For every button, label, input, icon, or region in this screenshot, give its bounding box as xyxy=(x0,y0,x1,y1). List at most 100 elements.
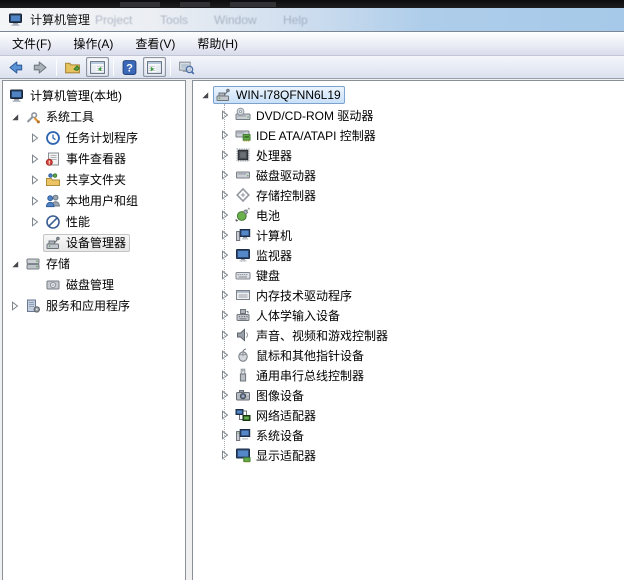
collapsed-arrow-icon[interactable] xyxy=(7,300,23,311)
device-category-ide-ata-atapi[interactable]: IDE ATA/ATAPI 控制器 xyxy=(193,125,624,145)
tree-item-content: 服务和应用程序 xyxy=(23,297,134,315)
up-folder-button[interactable] xyxy=(61,57,84,77)
collapsed-arrow-icon[interactable] xyxy=(27,174,43,185)
collapsed-arrow-icon[interactable] xyxy=(27,153,43,164)
tree-item-label: 存储 xyxy=(46,257,71,271)
toolbar-separator xyxy=(56,58,57,76)
app-window-icon[interactable] xyxy=(8,12,24,28)
tree-item-content: 磁盘驱动器 xyxy=(233,166,320,184)
services-apps-icon xyxy=(25,298,42,314)
collapsed-arrow-icon[interactable] xyxy=(217,290,233,300)
tree-item-label: 共享文件夹 xyxy=(66,173,127,187)
device-category-batteries[interactable]: 电池 xyxy=(193,205,624,225)
menu-help[interactable]: 帮助(H) xyxy=(189,32,246,55)
device-category-monitors[interactable]: 监视器 xyxy=(193,245,624,265)
expanded-arrow-icon[interactable] xyxy=(197,90,213,100)
tree-item-content: 存储 xyxy=(23,255,74,273)
device-category-system-devices[interactable]: 系统设备 xyxy=(193,425,624,445)
system-devices-icon xyxy=(235,427,252,443)
forward-button[interactable] xyxy=(29,57,52,77)
ghost-menu-item: Help xyxy=(283,13,308,27)
device-category-disk-drives[interactable]: 磁盘驱动器 xyxy=(193,165,624,185)
disk-drive-icon xyxy=(235,167,252,183)
collapsed-arrow-icon[interactable] xyxy=(217,110,233,120)
storage-controller-icon xyxy=(235,187,252,203)
console-item-local-users-groups[interactable]: 本地用户和组 xyxy=(3,190,185,211)
console-item-services-apps[interactable]: 服务和应用程序 xyxy=(3,295,185,316)
device-category-computer[interactable]: 计算机 xyxy=(193,225,624,245)
performance-icon xyxy=(45,214,62,230)
menu-view[interactable]: 查看(V) xyxy=(127,32,183,55)
device-category-storage-controllers[interactable]: 存储控制器 xyxy=(193,185,624,205)
console-item-task-scheduler[interactable]: 任务计划程序 xyxy=(3,127,185,148)
menu-file[interactable]: 文件(F) xyxy=(4,32,59,55)
collapsed-arrow-icon[interactable] xyxy=(27,132,43,143)
expanded-arrow-icon[interactable] xyxy=(7,259,23,269)
console-item-storage[interactable]: 存储 xyxy=(3,253,185,274)
collapsed-arrow-icon[interactable] xyxy=(217,150,233,160)
collapsed-arrow-icon[interactable] xyxy=(217,310,233,320)
console-item-shared-folders[interactable]: 共享文件夹 xyxy=(3,169,185,190)
device-category-processors[interactable]: 处理器 xyxy=(193,145,624,165)
device-category-imaging-devices[interactable]: 图像设备 xyxy=(193,385,624,405)
collapsed-arrow-icon[interactable] xyxy=(217,190,233,200)
collapsed-arrow-icon[interactable] xyxy=(27,216,43,227)
device-category-keyboards[interactable]: 键盘 xyxy=(193,265,624,285)
collapsed-arrow-icon[interactable] xyxy=(217,170,233,180)
ghost-menu-item: Window xyxy=(214,13,257,27)
action-pane-icon xyxy=(146,59,163,76)
console-item-system-tools[interactable]: 系统工具 xyxy=(3,106,185,127)
device-category-display-adapters[interactable]: 显示适配器 xyxy=(193,445,624,465)
device-category-mice-pointing[interactable]: 鼠标和其他指针设备 xyxy=(193,345,624,365)
console-tree-icon xyxy=(89,59,106,76)
collapsed-arrow-icon[interactable] xyxy=(217,350,233,360)
collapsed-arrow-icon[interactable] xyxy=(217,130,233,140)
tree-item-content: 存储控制器 xyxy=(233,186,320,204)
tree-item-label: 监视器 xyxy=(256,248,293,263)
device-category-memory-tech[interactable]: 内存技术驱动程序 xyxy=(193,285,624,305)
back-button[interactable] xyxy=(4,57,27,77)
tree-item-content: 键盘 xyxy=(233,266,284,284)
display-adapter-icon xyxy=(235,447,252,463)
tree-item-content: 鼠标和其他指针设备 xyxy=(233,346,368,364)
forward-arrow-icon xyxy=(32,59,49,76)
collapsed-arrow-icon[interactable] xyxy=(217,410,233,420)
help-button[interactable]: ? xyxy=(118,57,141,77)
storage-icon xyxy=(25,256,42,272)
computer-device-icon xyxy=(235,227,252,243)
device-category-computer-root[interactable]: WIN-I78QFNN6L19 xyxy=(193,85,624,105)
collapsed-arrow-icon[interactable] xyxy=(217,210,233,220)
collapsed-arrow-icon[interactable] xyxy=(217,270,233,280)
computer-mgmt-icon xyxy=(9,88,26,104)
device-category-network-adapters[interactable]: 网络适配器 xyxy=(193,405,624,425)
tree-item-label: 系统设备 xyxy=(256,428,305,443)
console-item-disk-management[interactable]: 磁盘管理 xyxy=(3,274,185,295)
collapsed-arrow-icon[interactable] xyxy=(217,250,233,260)
tree-item-content: 声音、视频和游戏控制器 xyxy=(233,326,392,344)
device-category-sound-video-game[interactable]: 声音、视频和游戏控制器 xyxy=(193,325,624,345)
shared-folder-icon xyxy=(45,172,62,188)
device-category-dvd-cdrom[interactable]: DVD/CD-ROM 驱动器 xyxy=(193,105,624,125)
help-icon: ? xyxy=(121,59,138,76)
console-tree-toggle-button[interactable] xyxy=(86,57,109,77)
scan-hardware-button[interactable] xyxy=(175,57,198,77)
console-item-performance[interactable]: 性能 xyxy=(3,211,185,232)
title-bar: 计算机管理 Project Tools Window Help xyxy=(0,8,624,32)
collapsed-arrow-icon[interactable] xyxy=(217,430,233,440)
collapsed-arrow-icon[interactable] xyxy=(217,330,233,340)
console-item-event-viewer[interactable]: 事件查看器 xyxy=(3,148,185,169)
console-item-device-manager[interactable]: 设备管理器 xyxy=(3,232,185,253)
collapsed-arrow-icon[interactable] xyxy=(217,370,233,380)
console-item-computer-management-local[interactable]: 计算机管理(本地) xyxy=(3,85,185,106)
collapsed-arrow-icon[interactable] xyxy=(217,230,233,240)
device-category-hid-devices[interactable]: 人体学输入设备 xyxy=(193,305,624,325)
expanded-arrow-icon[interactable] xyxy=(7,112,23,122)
collapsed-arrow-icon[interactable] xyxy=(217,390,233,400)
tree-item-label: 设备管理器 xyxy=(66,236,127,250)
device-category-usb-controllers[interactable]: 通用串行总线控制器 xyxy=(193,365,624,385)
action-pane-toggle-button[interactable] xyxy=(143,57,166,77)
collapsed-arrow-icon[interactable] xyxy=(217,450,233,460)
scan-hardware-icon xyxy=(178,59,195,76)
menu-action[interactable]: 操作(A) xyxy=(65,32,121,55)
collapsed-arrow-icon[interactable] xyxy=(27,195,43,206)
